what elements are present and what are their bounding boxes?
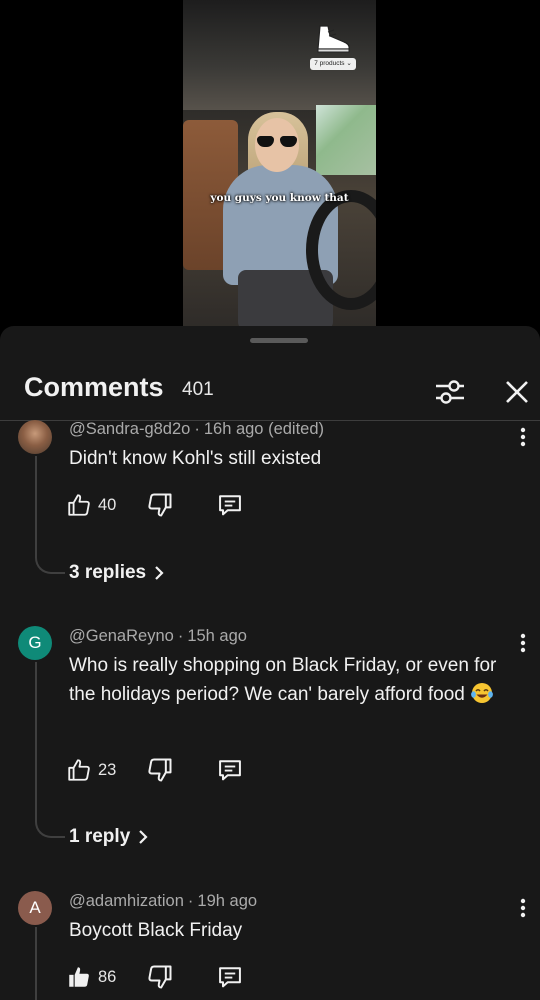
- video-frame[interactable]: you guys you know that 7 products ⌄: [183, 0, 376, 330]
- sort-filter-button[interactable]: [430, 372, 470, 412]
- thread-line: [35, 662, 37, 820]
- thread-connector: [35, 552, 65, 574]
- comment-text: Boycott Black Friday: [69, 920, 243, 941]
- sliders-icon: [436, 380, 464, 404]
- video-player[interactable]: you guys you know that 7 products ⌄: [0, 0, 540, 330]
- comment-menu-button[interactable]: [512, 893, 534, 923]
- products-button[interactable]: 7 products ⌄: [310, 22, 356, 70]
- reply-button[interactable]: [216, 963, 244, 991]
- close-button[interactable]: [497, 372, 537, 412]
- reply-button[interactable]: [216, 491, 244, 519]
- more-vert-icon: [520, 427, 526, 447]
- like-count: 86: [98, 967, 117, 986]
- comment-author[interactable]: @Sandra-g8d2o: [69, 420, 190, 438]
- comments-header: Comments 401: [0, 362, 540, 420]
- drag-handle[interactable]: [250, 338, 308, 343]
- replies-label: 3 replies: [69, 562, 147, 583]
- more-vert-icon: [520, 898, 526, 918]
- car-window: [316, 105, 376, 175]
- sunglasses: [257, 136, 297, 148]
- like-count: 23: [98, 760, 117, 779]
- reply-comment-icon: [219, 495, 241, 516]
- chevron-right-icon: [155, 566, 164, 580]
- comment-actions: 86: [66, 960, 266, 994]
- thumbs-up-icon: [68, 759, 90, 781]
- avatar[interactable]: G: [18, 626, 52, 660]
- reply-comment-icon: [219, 967, 241, 988]
- thread-line: [35, 456, 37, 556]
- comments-count: 401: [182, 379, 214, 400]
- comment-actions: 40: [66, 488, 266, 522]
- like-button[interactable]: 86: [66, 960, 116, 994]
- joy-emoji-icon: [471, 683, 494, 703]
- like-button[interactable]: 40: [66, 488, 116, 522]
- comment-menu-button[interactable]: [512, 422, 534, 452]
- reply-comment-icon: [219, 760, 241, 781]
- chevron-right-icon: [139, 830, 148, 844]
- comment-time: 15h ago: [187, 627, 247, 645]
- avatar[interactable]: [18, 420, 52, 454]
- thumbs-down-icon: [148, 965, 172, 989]
- view-replies-button[interactable]: 1 reply: [69, 826, 150, 848]
- more-vert-icon: [520, 633, 526, 653]
- comment-menu-button[interactable]: [512, 628, 534, 658]
- comment-time: 16h ago (edited): [203, 420, 325, 438]
- thread-line: [35, 927, 37, 1000]
- view-replies-button[interactable]: 3 replies: [69, 562, 166, 584]
- comments-sheet: Comments 401 @Sandra-g8d2o · 16h ago (edit…: [0, 326, 540, 1000]
- avatar[interactable]: A: [18, 891, 52, 925]
- dislike-button[interactable]: [146, 963, 174, 991]
- comment-text: Who is really shopping on Black Friday, …: [69, 651, 509, 709]
- thumbs-up-icon: [68, 494, 90, 516]
- products-count-label: 7 products ⌄: [310, 58, 356, 70]
- thread-connector: [35, 816, 65, 838]
- dislike-button[interactable]: [146, 756, 174, 784]
- shoe-icon: [317, 25, 350, 53]
- close-icon: [506, 381, 528, 403]
- comment-text-content: Who is really shopping on Black Friday, …: [69, 655, 497, 705]
- like-button[interactable]: 23: [66, 753, 116, 787]
- like-count: 40: [98, 495, 117, 514]
- dislike-button[interactable]: [146, 491, 174, 519]
- comment-actions: 23: [66, 753, 266, 787]
- comment-meta: @Sandra-g8d2o · 16h ago (edited): [69, 420, 325, 438]
- comment-meta: @adamhization · 19h ago: [69, 892, 258, 910]
- replies-label: 1 reply: [69, 826, 131, 847]
- thumbs-down-icon: [148, 758, 172, 782]
- thumbs-up-filled-icon: [69, 967, 89, 987]
- comment-text: Didn't know Kohl's still existed: [69, 448, 322, 469]
- comments-title: Comments: [24, 372, 164, 402]
- video-caption: you guys you know that: [210, 192, 349, 204]
- comment-time: 19h ago: [197, 892, 258, 910]
- reply-button[interactable]: [216, 756, 244, 784]
- comment-author[interactable]: @adamhization: [69, 892, 184, 910]
- comment-author[interactable]: @GenaReyno: [69, 627, 174, 645]
- comment-meta: @GenaReyno · 15h ago: [69, 627, 247, 645]
- thumbs-down-icon: [148, 493, 172, 517]
